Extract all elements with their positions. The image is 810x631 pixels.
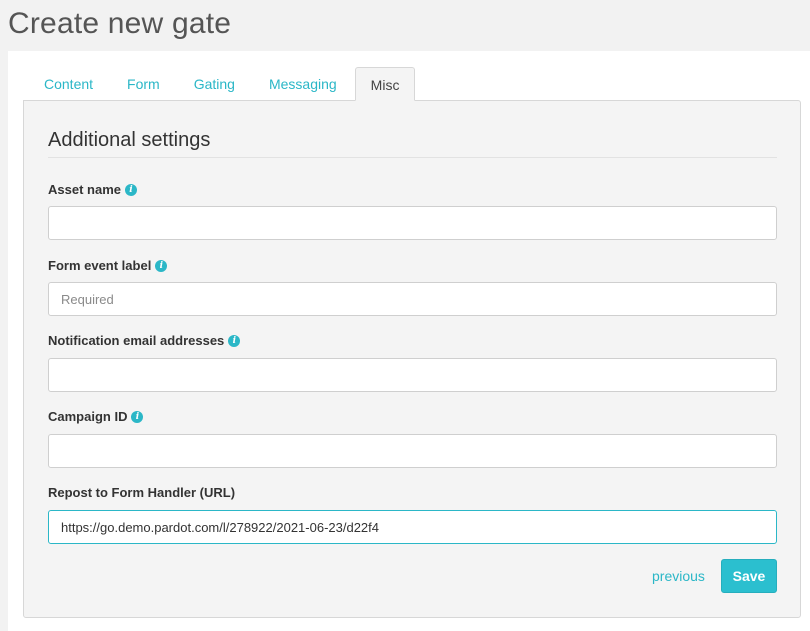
page-title: Create new gate xyxy=(8,7,232,40)
section-divider xyxy=(48,157,777,158)
campaign-id-label-text: Campaign ID xyxy=(48,409,128,424)
campaign-id-input[interactable] xyxy=(48,434,777,468)
notification-emails-label: Notification email addresses i xyxy=(48,333,241,349)
campaign-id-label: Campaign ID i xyxy=(48,409,144,425)
notification-emails-label-text: Notification email addresses xyxy=(48,333,225,348)
misc-settings-panel: Additional settings Asset name i Form ev… xyxy=(23,100,801,618)
tab-gating[interactable]: Gating xyxy=(178,67,251,101)
asset-name-label-text: Asset name xyxy=(48,182,121,197)
previous-link[interactable]: previous xyxy=(652,567,705,585)
notification-emails-input[interactable] xyxy=(48,358,777,392)
info-icon[interactable]: i xyxy=(124,184,137,196)
tab-messaging[interactable]: Messaging xyxy=(253,67,353,101)
repost-url-label-text: Repost to Form Handler (URL) xyxy=(48,485,236,500)
save-button[interactable]: Save xyxy=(721,559,777,593)
form-event-label-input[interactable] xyxy=(48,282,777,316)
info-icon[interactable]: i xyxy=(155,260,168,272)
asset-name-input[interactable] xyxy=(48,206,777,240)
section-title: Additional settings xyxy=(48,129,211,151)
repost-url-label: Repost to Form Handler (URL) xyxy=(48,485,235,501)
asset-name-label: Asset name i xyxy=(48,182,137,198)
repost-url-input[interactable] xyxy=(48,510,777,544)
info-icon[interactable]: i xyxy=(131,411,144,423)
form-event-label-label-text: Form event label xyxy=(48,258,152,273)
tab-content[interactable]: Content xyxy=(23,67,109,101)
tab-form[interactable]: Form xyxy=(111,67,176,101)
tab-bar: Content Form Gating Messaging Misc xyxy=(23,67,417,101)
info-icon[interactable]: i xyxy=(228,335,241,347)
tab-misc[interactable]: Misc xyxy=(354,67,416,101)
form-event-label-label: Form event label i xyxy=(48,258,168,274)
